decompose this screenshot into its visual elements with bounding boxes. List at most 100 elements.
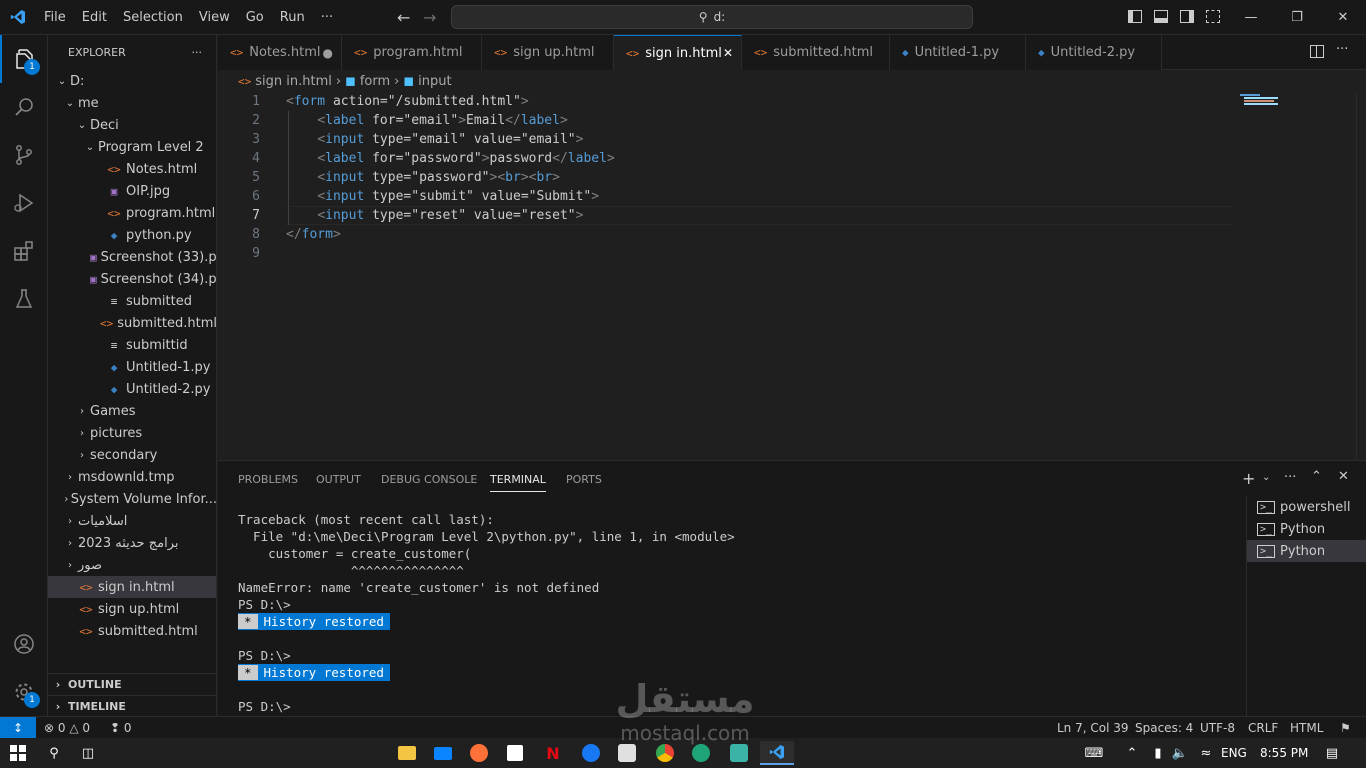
folder-item[interactable]: › صور <box>48 554 216 576</box>
breadcrumb-form[interactable]: form <box>360 74 390 89</box>
manage-activity[interactable]: 1 <box>0 668 48 716</box>
panel-more-icon[interactable]: ··· <box>1284 470 1296 485</box>
terminal-instance[interactable]: >_ Python <box>1247 518 1366 540</box>
search-icon[interactable]: ⚲ <box>42 741 66 765</box>
cursor-position[interactable]: Ln 7, Col 39 <box>1057 717 1129 739</box>
problems-status[interactable]: ⊗ 0 △ 0 <box>44 717 90 739</box>
file-item[interactable]: <> program.html <box>48 202 216 224</box>
keyboard-icon[interactable]: ⌨ <box>1082 741 1106 765</box>
mail-icon[interactable] <box>431 741 455 765</box>
testing-activity[interactable] <box>0 275 48 323</box>
code-line[interactable]: <label for="email">Email</label> <box>286 111 567 130</box>
close-panel-icon[interactable]: ✕ <box>1338 469 1349 484</box>
remote-indicator-icon[interactable]: ↕ <box>0 717 36 739</box>
code-line[interactable]: <input type="email" value="email"> <box>286 130 583 149</box>
accounts-activity[interactable] <box>0 620 48 668</box>
folder-item[interactable]: › برامج حديثه 2023 <box>48 532 216 554</box>
clock[interactable]: 8:55 PM <box>1260 746 1308 760</box>
customize-layout-icon[interactable] <box>1206 10 1220 23</box>
explorer-activity[interactable]: 1 <box>0 35 48 83</box>
terminal-instance[interactable]: >_ Python <box>1247 540 1366 562</box>
language-indicator[interactable]: ENG <box>1221 746 1247 760</box>
folder-item[interactable]: ⌄ D: <box>48 70 216 92</box>
folder-item[interactable]: ⌄ Deci <box>48 114 216 136</box>
tab-program-html[interactable]: <> program.html <box>342 35 482 70</box>
toggle-sidebar-icon[interactable] <box>1128 10 1142 23</box>
line-ending[interactable]: CRLF <box>1248 717 1278 739</box>
menu-selection[interactable]: Selection <box>115 10 191 25</box>
action-center-icon[interactable]: ▤ <box>1320 741 1344 765</box>
file-item[interactable]: <> submitted.html <box>48 620 216 642</box>
store-icon[interactable] <box>503 741 527 765</box>
search-activity[interactable] <box>0 83 48 131</box>
maximize-panel-icon[interactable]: ⌃ <box>1311 469 1322 484</box>
file-explorer-icon[interactable] <box>395 741 419 765</box>
battery-icon[interactable]: ▮ <box>1146 741 1170 765</box>
menu-file[interactable]: File <box>36 10 74 25</box>
panel-tab-terminal[interactable]: TERMINAL <box>490 473 546 492</box>
tab-untitled-1-py[interactable]: ◆ Untitled-1.py <box>890 35 1026 70</box>
folder-item[interactable]: › msdownld.tmp <box>48 466 216 488</box>
minimap[interactable] <box>1240 94 1280 106</box>
indentation[interactable]: Spaces: 4 <box>1135 717 1193 739</box>
code-line[interactable]: <label for="password">password</label> <box>286 149 614 168</box>
back-arrow-icon[interactable]: ← <box>397 8 410 27</box>
file-item[interactable]: ▣ Screenshot (34).p... <box>48 268 216 290</box>
code-line[interactable]: <input type="password"><br><br> <box>286 168 560 187</box>
windows-start-icon[interactable] <box>6 741 30 765</box>
tab-untitled-2-py[interactable]: ◆ Untitled-2.py <box>1026 35 1162 70</box>
language-mode[interactable]: HTML <box>1290 717 1323 739</box>
restore-icon[interactable]: ❐ <box>1274 0 1320 35</box>
file-item[interactable]: ◆ python.py <box>48 224 216 246</box>
tab-sign-up-html[interactable]: <> sign up.html <box>482 35 614 70</box>
tab-submitted-html[interactable]: <> submitted.html <box>742 35 890 70</box>
file-item[interactable]: <> sign in.html <box>48 576 216 598</box>
code-line[interactable]: <input type="reset" value="reset"> <box>286 206 583 225</box>
toggle-panel-icon[interactable] <box>1154 10 1168 23</box>
file-item[interactable]: <> Notes.html <box>48 158 216 180</box>
panel-tab-ports[interactable]: PORTS <box>566 473 602 486</box>
extensions-activity[interactable] <box>0 227 48 275</box>
terminal-instance[interactable]: >_ powershell <box>1247 496 1366 518</box>
tab-sign-in-html[interactable]: <> sign in.html ✕ <box>614 35 742 70</box>
folder-item[interactable]: ⌄ me <box>48 92 216 114</box>
run-debug-activity[interactable] <box>0 179 48 227</box>
file-item[interactable]: ≡ submittid <box>48 334 216 356</box>
editor-scrollbar[interactable] <box>1356 92 1366 460</box>
code-line[interactable]: </form> <box>286 225 341 244</box>
file-item[interactable]: ▣ Screenshot (33).p... <box>48 246 216 268</box>
file-item[interactable]: ◆ Untitled-1.py <box>48 356 216 378</box>
forward-arrow-icon[interactable]: → <box>423 8 436 27</box>
folder-item[interactable]: › pictures <box>48 422 216 444</box>
panel-tab-problems[interactable]: PROBLEMS <box>238 473 298 486</box>
explorer-more-icon[interactable]: ··· <box>192 46 203 59</box>
encoding[interactable]: UTF-8 <box>1200 717 1235 739</box>
split-editor-icon[interactable] <box>1310 45 1324 58</box>
outline-section[interactable]: › OUTLINE <box>48 673 216 695</box>
code-line[interactable]: <form action="/submitted.html"> <box>286 92 529 111</box>
volume-icon[interactable]: 🔈 <box>1168 741 1192 765</box>
folder-item[interactable]: › secondary <box>48 444 216 466</box>
panel-tab-output[interactable]: OUTPUT <box>316 473 361 486</box>
ports-status[interactable]: ❢ 0 <box>110 717 132 739</box>
folder-item[interactable]: › Games <box>48 400 216 422</box>
folder-item[interactable]: › اسلاميات <box>48 510 216 532</box>
notifications-icon[interactable]: ⚑ <box>1340 717 1351 739</box>
chevron-down-icon[interactable]: ⌄ <box>1262 472 1270 483</box>
code-editor[interactable]: 1 <form action="/submitted.html"> 2 <label… <box>218 92 1366 460</box>
tab-notes-html[interactable]: <> Notes.html ● <box>218 35 342 70</box>
menu-run[interactable]: Run <box>272 10 313 25</box>
chevron-up-icon[interactable]: ⌃ <box>1120 741 1144 765</box>
netflix-icon[interactable]: N <box>541 741 565 765</box>
menu-edit[interactable]: Edit <box>74 10 115 25</box>
code-line[interactable]: <input type="submit" value="Submit"> <box>286 187 599 206</box>
editor-more-icon[interactable]: ··· <box>1336 42 1348 57</box>
task-view-icon[interactable]: ◫ <box>76 741 100 765</box>
timeline-section[interactable]: › TIMELINE <box>48 695 216 716</box>
source-control-activity[interactable] <box>0 131 48 179</box>
breadcrumb-input[interactable]: input <box>418 74 451 89</box>
panel-tab-debug-console[interactable]: DEBUG CONSOLE <box>381 473 477 486</box>
menu-go[interactable]: Go <box>238 10 272 25</box>
minimize-icon[interactable]: — <box>1228 0 1274 35</box>
close-tab-icon[interactable]: ✕ <box>723 46 733 60</box>
